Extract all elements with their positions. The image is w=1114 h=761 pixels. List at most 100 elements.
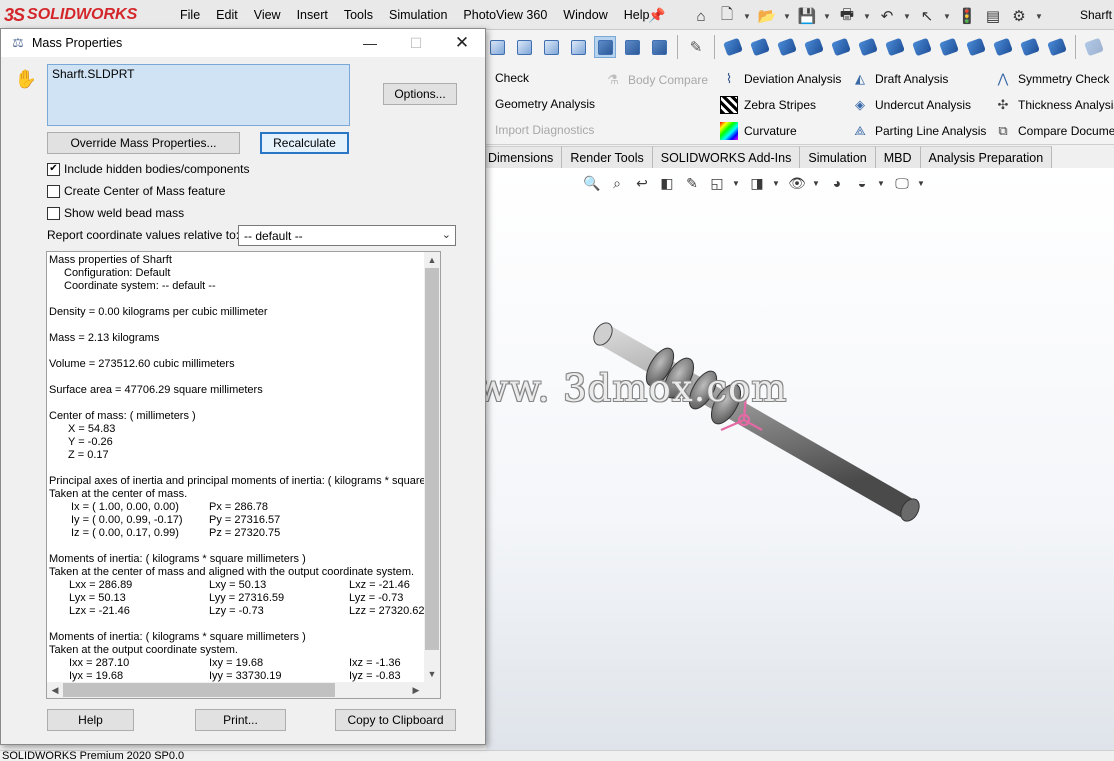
shaded-edges-icon[interactable] xyxy=(621,36,643,58)
mass-properties-results[interactable]: Mass properties of Sharft Configuration:… xyxy=(46,251,441,699)
thickness-analysis-button[interactable]: ✣ Thickness Analysis xyxy=(994,96,1114,114)
tab-mbd[interactable]: MBD xyxy=(875,146,921,168)
scroll-thumb[interactable] xyxy=(63,683,335,697)
geometry-analysis-button[interactable]: Geometry Analysis xyxy=(495,97,595,111)
undo-icon[interactable]: ↶ xyxy=(876,5,898,27)
pin-icon[interactable]: 📌 xyxy=(648,7,665,24)
body-compare-button[interactable]: ⚗ Body Compare xyxy=(604,71,708,89)
feature-tool-icon[interactable] xyxy=(884,36,906,58)
checkbox-unchecked[interactable] xyxy=(47,184,60,198)
horizontal-scrollbar[interactable]: ◀ ▶ xyxy=(47,682,424,698)
save-icon[interactable]: 💾 xyxy=(796,5,818,27)
include-hidden-bodies-checkbox[interactable]: ✔ Include hidden bodies/components xyxy=(47,162,249,176)
draft-analysis-button[interactable]: ◭ Draft Analysis xyxy=(851,70,948,88)
solidworks-logo[interactable]: 3S SOLIDWORKS xyxy=(4,4,146,26)
chevron-down-icon[interactable]: ▼ xyxy=(822,5,832,27)
selected-item[interactable]: Sharft.SLDPRT xyxy=(52,67,134,81)
view-cube-icon[interactable] xyxy=(567,36,589,58)
rebuild-traffic-light-icon[interactable]: 🚦 xyxy=(956,5,978,27)
symmetry-check-button[interactable]: ⋀ Symmetry Check xyxy=(994,70,1110,88)
new-document-icon[interactable]: 🗋 xyxy=(716,5,738,27)
measure-icon[interactable]: ✎ xyxy=(685,36,707,58)
menu-photoview[interactable]: PhotoView 360 xyxy=(455,8,555,22)
tab-render-tools[interactable]: Render Tools xyxy=(562,146,653,168)
chevron-down-icon[interactable]: ▼ xyxy=(942,5,952,27)
view-cube-icon[interactable] xyxy=(540,36,562,58)
shaded-view-icon[interactable] xyxy=(594,36,616,58)
tab-analysis-preparation[interactable]: Analysis Preparation xyxy=(920,146,1053,168)
chevron-down-icon[interactable]: ▼ xyxy=(862,5,872,27)
show-weld-bead-mass-checkbox[interactable]: Show weld bead mass xyxy=(47,206,184,220)
override-mass-properties-button[interactable]: Override Mass Properties... xyxy=(47,132,240,154)
help-button[interactable]: Help xyxy=(47,709,134,731)
feature-tool-icon[interactable] xyxy=(911,36,933,58)
feature-tool-icon[interactable] xyxy=(749,36,771,58)
minimize-button[interactable]: — xyxy=(347,29,393,57)
feature-tool-icon[interactable] xyxy=(776,36,798,58)
gear-icon[interactable]: ⚙ xyxy=(1008,5,1030,27)
recalculate-button[interactable]: Recalculate xyxy=(260,132,349,154)
evaluate-toolbar-icons: ✎ xyxy=(486,33,1110,61)
feature-tool-icon[interactable] xyxy=(830,36,852,58)
feature-tool-icon[interactable] xyxy=(1019,36,1041,58)
scroll-left-icon[interactable]: ◀ xyxy=(47,682,63,698)
shaft-model[interactable] xyxy=(486,168,1114,751)
selected-items-list[interactable]: Sharft.SLDPRT xyxy=(47,64,350,126)
checkbox-checked[interactable]: ✔ xyxy=(47,162,60,176)
open-icon[interactable]: 📂 xyxy=(756,5,778,27)
parting-line-analysis-button[interactable]: ⟁ Parting Line Analysis xyxy=(851,122,986,140)
chevron-down-icon[interactable]: ▼ xyxy=(782,5,792,27)
view-cube-icon[interactable] xyxy=(513,36,535,58)
file-properties-icon[interactable]: ▤ xyxy=(982,5,1004,27)
curvature-button[interactable]: Curvature xyxy=(720,122,797,140)
menu-file[interactable]: File xyxy=(172,8,208,22)
deviation-analysis-button[interactable]: ⌇ Deviation Analysis xyxy=(720,70,842,88)
feature-tool-icon[interactable] xyxy=(803,36,825,58)
feature-tool-icon[interactable] xyxy=(1083,36,1105,58)
graphics-area[interactable]: 🔍 ⌕ ↩ ◧ ✎ ◱ ▼ ◨ ▼ 👁 ▼ ◕ ◒ ▼ 🖵 ▼ 莫西网www. … xyxy=(330,168,1114,751)
zebra-stripes-button[interactable]: Zebra Stripes xyxy=(720,96,816,114)
import-diagnostics-button[interactable]: Import Diagnostics xyxy=(495,123,594,137)
chevron-down-icon[interactable]: ▼ xyxy=(742,5,752,27)
chevron-down-icon[interactable]: ▼ xyxy=(1034,5,1044,27)
feature-tool-icon[interactable] xyxy=(992,36,1014,58)
create-center-of-mass-checkbox[interactable]: Create Center of Mass feature xyxy=(47,184,225,198)
menu-tools[interactable]: Tools xyxy=(336,8,381,22)
check-button[interactable]: Check xyxy=(495,71,529,85)
scroll-right-icon[interactable]: ▶ xyxy=(408,682,424,698)
chevron-down-icon[interactable]: ⌄ xyxy=(442,228,451,241)
feature-tool-icon[interactable] xyxy=(857,36,879,58)
view-cube-icon[interactable] xyxy=(486,36,508,58)
close-button[interactable]: ✕ xyxy=(439,29,485,57)
menu-view[interactable]: View xyxy=(246,8,289,22)
feature-tool-icon[interactable] xyxy=(938,36,960,58)
tab-dimensions[interactable]: Dimensions xyxy=(480,146,563,168)
feature-tool-icon[interactable] xyxy=(1046,36,1068,58)
compare-documents-button[interactable]: ⧉ Compare Documen xyxy=(994,122,1114,140)
copy-to-clipboard-button[interactable]: Copy to Clipboard xyxy=(335,709,456,731)
feature-tool-icon[interactable] xyxy=(722,36,744,58)
results-principal-sub: Taken at the center of mass. xyxy=(49,488,188,500)
menu-simulation[interactable]: Simulation xyxy=(381,8,455,22)
home-icon[interactable]: ⌂ xyxy=(690,5,712,27)
tab-simulation[interactable]: Simulation xyxy=(800,146,876,168)
select-cursor-icon[interactable]: ↖ xyxy=(916,5,938,27)
print-icon[interactable]: 🖶 xyxy=(836,5,858,27)
tab-solidworks-addins[interactable]: SOLIDWORKS Add-Ins xyxy=(652,146,801,168)
checkbox-unchecked[interactable] xyxy=(47,206,60,220)
print-button[interactable]: Print... xyxy=(195,709,286,731)
feature-tool-icon[interactable] xyxy=(965,36,987,58)
menu-window[interactable]: Window xyxy=(555,8,615,22)
vertical-scrollbar[interactable]: ▲ ▼ xyxy=(424,252,440,682)
chevron-down-icon[interactable]: ▼ xyxy=(902,5,912,27)
menu-insert[interactable]: Insert xyxy=(289,8,336,22)
scroll-thumb[interactable] xyxy=(425,268,439,650)
scroll-down-icon[interactable]: ▼ xyxy=(424,666,440,682)
shaded-icon[interactable] xyxy=(648,36,670,58)
menu-edit[interactable]: Edit xyxy=(208,8,246,22)
coordinate-system-select[interactable]: -- default -- ⌄ xyxy=(238,225,456,246)
undercut-analysis-button[interactable]: ◈ Undercut Analysis xyxy=(851,96,971,114)
dialog-titlebar[interactable]: ⚖ Mass Properties — ☐ ✕ xyxy=(1,29,485,57)
scroll-up-icon[interactable]: ▲ xyxy=(424,252,440,268)
options-button[interactable]: Options... xyxy=(383,83,457,105)
